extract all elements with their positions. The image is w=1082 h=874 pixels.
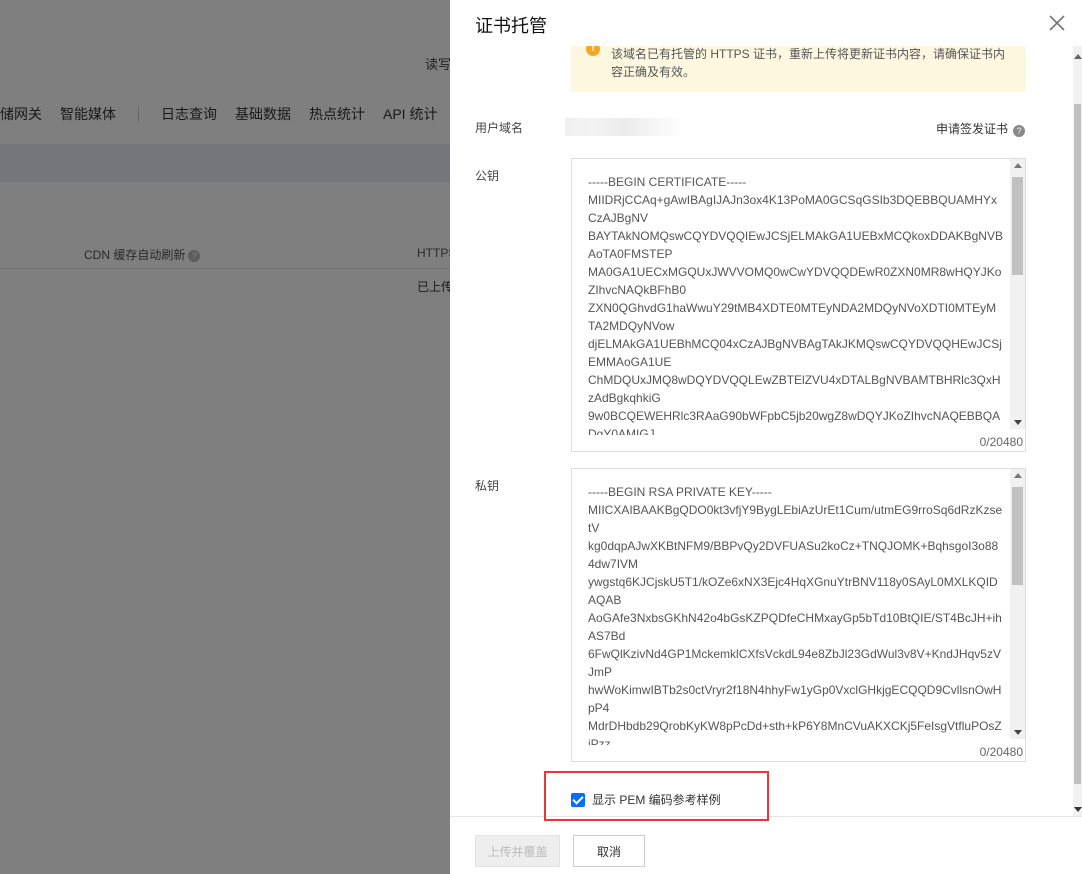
public-key-scrollbar[interactable]	[1010, 159, 1025, 429]
drawer-body: ! 该域名已有托管的 HTTPS 证书，重新上传将更新证书内容，请确保证书内容正…	[450, 46, 1070, 816]
overwrite-warning-notice: ! 该域名已有托管的 HTTPS 证书，重新上传将更新证书内容，请确保证书内容正…	[571, 46, 1026, 92]
private-key-textarea[interactable]: -----BEGIN RSA PRIVATE KEY----- MIICXAIB…	[571, 468, 1026, 762]
upload-and-overwrite-button[interactable]: 上传并覆盖	[475, 835, 560, 867]
apply-certificate-link[interactable]: 申请签发证书?	[936, 120, 1026, 137]
apply-certificate-label: 申请签发证书	[936, 122, 1009, 136]
public-key-textarea[interactable]: -----BEGIN CERTIFICATE----- MIIDRjCCAq+g…	[571, 158, 1026, 452]
scroll-up-arrow-icon[interactable]	[1074, 54, 1082, 59]
notice-text: 该域名已有托管的 HTTPS 证书，重新上传将更新证书内容，请确保证书内容正确及…	[611, 47, 1006, 79]
scroll-up-arrow-icon[interactable]	[1014, 473, 1022, 478]
scroll-thumb[interactable]	[1012, 177, 1023, 275]
private-key-label: 私钥	[475, 479, 500, 493]
public-key-label: 公钥	[475, 169, 500, 183]
warning-icon: !	[586, 46, 600, 56]
help-icon: ?	[1013, 125, 1026, 137]
domain-label: 用户域名	[475, 121, 524, 135]
scroll-down-arrow-icon[interactable]	[1014, 420, 1022, 425]
scroll-down-arrow-icon[interactable]	[1074, 807, 1082, 812]
close-button[interactable]	[1046, 12, 1068, 34]
public-key-content: -----BEGIN CERTIFICATE----- MIIDRjCCAq+g…	[588, 175, 1003, 435]
certificate-hosting-drawer: 证书托管 ! 该域名已有托管的 HTTPS 证书，重新上传将更新证书内容，请确保…	[450, 0, 1082, 874]
public-key-char-counter: 0/20480	[979, 435, 1023, 449]
scroll-down-arrow-icon[interactable]	[1014, 730, 1022, 735]
scroll-thumb[interactable]	[1074, 104, 1081, 784]
scroll-up-arrow-icon[interactable]	[1014, 163, 1022, 168]
drawer-footer: 上传并覆盖 取消	[450, 816, 1082, 874]
private-key-char-counter: 0/20480	[979, 745, 1023, 759]
drawer-title: 证书托管	[475, 16, 547, 36]
drawer-scrollbar[interactable]	[1073, 46, 1082, 816]
annotation-highlight-box	[544, 771, 769, 821]
scroll-thumb[interactable]	[1012, 487, 1023, 585]
domain-value-redacted	[565, 118, 683, 136]
private-key-scrollbar[interactable]	[1010, 469, 1025, 739]
private-key-content: -----BEGIN RSA PRIVATE KEY----- MIICXAIB…	[588, 485, 1003, 745]
cancel-button[interactable]: 取消	[573, 835, 645, 867]
close-icon	[1049, 15, 1065, 31]
